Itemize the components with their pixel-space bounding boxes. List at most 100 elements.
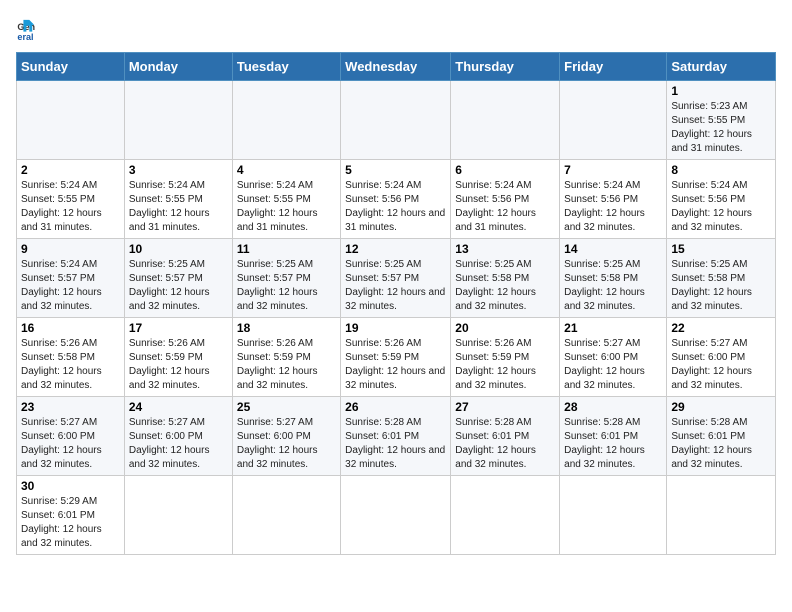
day-info: Sunrise: 5:26 AM Sunset: 5:59 PM Dayligh…	[237, 337, 336, 393]
day-number: 17	[129, 321, 228, 335]
day-info: Sunrise: 5:24 AM Sunset: 5:56 PM Dayligh…	[671, 179, 771, 235]
calendar-cell: 5Sunrise: 5:24 AM Sunset: 5:56 PM Daylig…	[341, 160, 451, 239]
day-info: Sunrise: 5:25 AM Sunset: 5:57 PM Dayligh…	[129, 258, 228, 314]
calendar-cell: 11Sunrise: 5:25 AM Sunset: 5:57 PM Dayli…	[232, 239, 340, 318]
calendar-cell: 21 Sunrise: 5:27 AM Sunset: 6:00 PM Dayli…	[560, 318, 667, 397]
calendar-week-row: 1 Sunrise: 5:23 AM Sunset: 5:55 PM Daylig…	[17, 81, 776, 160]
column-header-tuesday: Tuesday	[232, 53, 340, 81]
day-number: 27	[455, 400, 555, 414]
calendar-cell: 15Sunrise: 5:25 AM Sunset: 5:58 PM Dayli…	[667, 239, 776, 318]
calendar-cell: 20 Sunrise: 5:26 AM Sunset: 5:59 PM Dayli…	[451, 318, 560, 397]
calendar-cell	[451, 476, 560, 555]
day-info: Sunrise: 5:27 AM Sunset: 6:00 PM Dayligh…	[671, 337, 771, 393]
calendar-cell: 25 Sunrise: 5:27 AM Sunset: 6:00 PM Dayli…	[232, 397, 340, 476]
day-number: 10	[129, 242, 228, 256]
logo-icon: Gen eral	[16, 16, 44, 44]
day-number: 18	[237, 321, 336, 335]
calendar-cell: 16Sunrise: 5:26 AM Sunset: 5:58 PM Dayli…	[17, 318, 125, 397]
day-info: Sunrise: 5:26 AM Sunset: 5:59 PM Dayligh…	[345, 337, 446, 393]
header: Gen eral	[16, 16, 776, 44]
day-number: 30	[21, 479, 120, 493]
day-info: Sunrise: 5:27 AM Sunset: 6:00 PM Dayligh…	[21, 416, 120, 472]
calendar-week-row: 30 Sunrise: 5:29 AM Sunset: 6:01 PM Dayli…	[17, 476, 776, 555]
column-header-sunday: Sunday	[17, 53, 125, 81]
column-header-thursday: Thursday	[451, 53, 560, 81]
day-info: Sunrise: 5:29 AM Sunset: 6:01 PM Dayligh…	[21, 495, 120, 551]
day-info: Sunrise: 5:25 AM Sunset: 5:58 PM Dayligh…	[671, 258, 771, 314]
calendar-cell: 1 Sunrise: 5:23 AM Sunset: 5:55 PM Daylig…	[667, 81, 776, 160]
day-info: Sunrise: 5:28 AM Sunset: 6:01 PM Dayligh…	[564, 416, 662, 472]
column-header-friday: Friday	[560, 53, 667, 81]
calendar-cell: 2 Sunrise: 5:24 AM Sunset: 5:55 PM Daylig…	[17, 160, 125, 239]
calendar-cell: 18 Sunrise: 5:26 AM Sunset: 5:59 PM Dayli…	[232, 318, 340, 397]
day-number: 28	[564, 400, 662, 414]
calendar-cell: 9 Sunrise: 5:24 AM Sunset: 5:57 PM Daylig…	[17, 239, 125, 318]
day-number: 19	[345, 321, 446, 335]
day-number: 9	[21, 242, 120, 256]
calendar-body: 1 Sunrise: 5:23 AM Sunset: 5:55 PM Daylig…	[17, 81, 776, 555]
day-info: Sunrise: 5:27 AM Sunset: 6:00 PM Dayligh…	[129, 416, 228, 472]
day-info: Sunrise: 5:27 AM Sunset: 6:00 PM Dayligh…	[237, 416, 336, 472]
calendar-table: SundayMondayTuesdayWednesdayThursdayFrid…	[16, 52, 776, 555]
calendar-cell	[341, 81, 451, 160]
day-number: 13	[455, 242, 555, 256]
day-info: Sunrise: 5:28 AM Sunset: 6:01 PM Dayligh…	[455, 416, 555, 472]
day-info: Sunrise: 5:24 AM Sunset: 5:56 PM Dayligh…	[564, 179, 662, 235]
calendar-week-row: 23 Sunrise: 5:27 AM Sunset: 6:00 PM Dayli…	[17, 397, 776, 476]
day-number: 22	[671, 321, 771, 335]
column-header-wednesday: Wednesday	[341, 53, 451, 81]
day-number: 4	[237, 163, 336, 177]
day-info: Sunrise: 5:28 AM Sunset: 6:01 PM Dayligh…	[671, 416, 771, 472]
day-number: 14	[564, 242, 662, 256]
svg-text:eral: eral	[17, 32, 33, 42]
day-number: 20	[455, 321, 555, 335]
calendar-cell	[124, 81, 232, 160]
calendar-cell: 8Sunrise: 5:24 AM Sunset: 5:56 PM Daylig…	[667, 160, 776, 239]
day-number: 3	[129, 163, 228, 177]
day-info: Sunrise: 5:27 AM Sunset: 6:00 PM Dayligh…	[564, 337, 662, 393]
day-number: 12	[345, 242, 446, 256]
calendar-cell	[560, 81, 667, 160]
day-number: 6	[455, 163, 555, 177]
calendar-cell: 30 Sunrise: 5:29 AM Sunset: 6:01 PM Dayli…	[17, 476, 125, 555]
day-number: 25	[237, 400, 336, 414]
day-info: Sunrise: 5:24 AM Sunset: 5:57 PM Dayligh…	[21, 258, 120, 314]
day-number: 21	[564, 321, 662, 335]
day-info: Sunrise: 5:26 AM Sunset: 5:59 PM Dayligh…	[455, 337, 555, 393]
calendar-cell: 22 Sunrise: 5:27 AM Sunset: 6:00 PM Dayli…	[667, 318, 776, 397]
column-header-monday: Monday	[124, 53, 232, 81]
day-number: 29	[671, 400, 771, 414]
day-info: Sunrise: 5:24 AM Sunset: 5:55 PM Dayligh…	[129, 179, 228, 235]
day-number: 2	[21, 163, 120, 177]
calendar-cell: 10 Sunrise: 5:25 AM Sunset: 5:57 PM Dayli…	[124, 239, 232, 318]
day-number: 24	[129, 400, 228, 414]
calendar-cell: 19 Sunrise: 5:26 AM Sunset: 5:59 PM Dayli…	[341, 318, 451, 397]
day-number: 23	[21, 400, 120, 414]
calendar-cell: 17Sunrise: 5:26 AM Sunset: 5:59 PM Dayli…	[124, 318, 232, 397]
day-info: Sunrise: 5:25 AM Sunset: 5:58 PM Dayligh…	[455, 258, 555, 314]
day-number: 7	[564, 163, 662, 177]
calendar-cell: 28 Sunrise: 5:28 AM Sunset: 6:01 PM Dayli…	[560, 397, 667, 476]
day-number: 11	[237, 242, 336, 256]
calendar-cell: 14 Sunrise: 5:25 AM Sunset: 5:58 PM Dayli…	[560, 239, 667, 318]
calendar-cell: 23 Sunrise: 5:27 AM Sunset: 6:00 PM Dayli…	[17, 397, 125, 476]
day-info: Sunrise: 5:25 AM Sunset: 5:58 PM Dayligh…	[564, 258, 662, 314]
calendar-cell: 27 Sunrise: 5:28 AM Sunset: 6:01 PM Dayli…	[451, 397, 560, 476]
day-number: 1	[671, 84, 771, 98]
day-info: Sunrise: 5:24 AM Sunset: 5:55 PM Dayligh…	[21, 179, 120, 235]
day-info: Sunrise: 5:24 AM Sunset: 5:56 PM Dayligh…	[455, 179, 555, 235]
day-number: 26	[345, 400, 446, 414]
calendar-cell: 13 Sunrise: 5:25 AM Sunset: 5:58 PM Dayli…	[451, 239, 560, 318]
calendar-cell	[232, 81, 340, 160]
calendar-cell: 24 Sunrise: 5:27 AM Sunset: 6:00 PM Dayli…	[124, 397, 232, 476]
calendar-cell: 29 Sunrise: 5:28 AM Sunset: 6:01 PM Dayli…	[667, 397, 776, 476]
calendar-cell	[667, 476, 776, 555]
day-info: Sunrise: 5:25 AM Sunset: 5:57 PM Dayligh…	[345, 258, 446, 314]
calendar-week-row: 16Sunrise: 5:26 AM Sunset: 5:58 PM Dayli…	[17, 318, 776, 397]
day-info: Sunrise: 5:23 AM Sunset: 5:55 PM Dayligh…	[671, 100, 771, 156]
calendar-cell: 4Sunrise: 5:24 AM Sunset: 5:55 PM Daylig…	[232, 160, 340, 239]
day-info: Sunrise: 5:24 AM Sunset: 5:56 PM Dayligh…	[345, 179, 446, 235]
calendar-cell	[232, 476, 340, 555]
calendar-cell	[341, 476, 451, 555]
calendar-cell: 6 Sunrise: 5:24 AM Sunset: 5:56 PM Daylig…	[451, 160, 560, 239]
